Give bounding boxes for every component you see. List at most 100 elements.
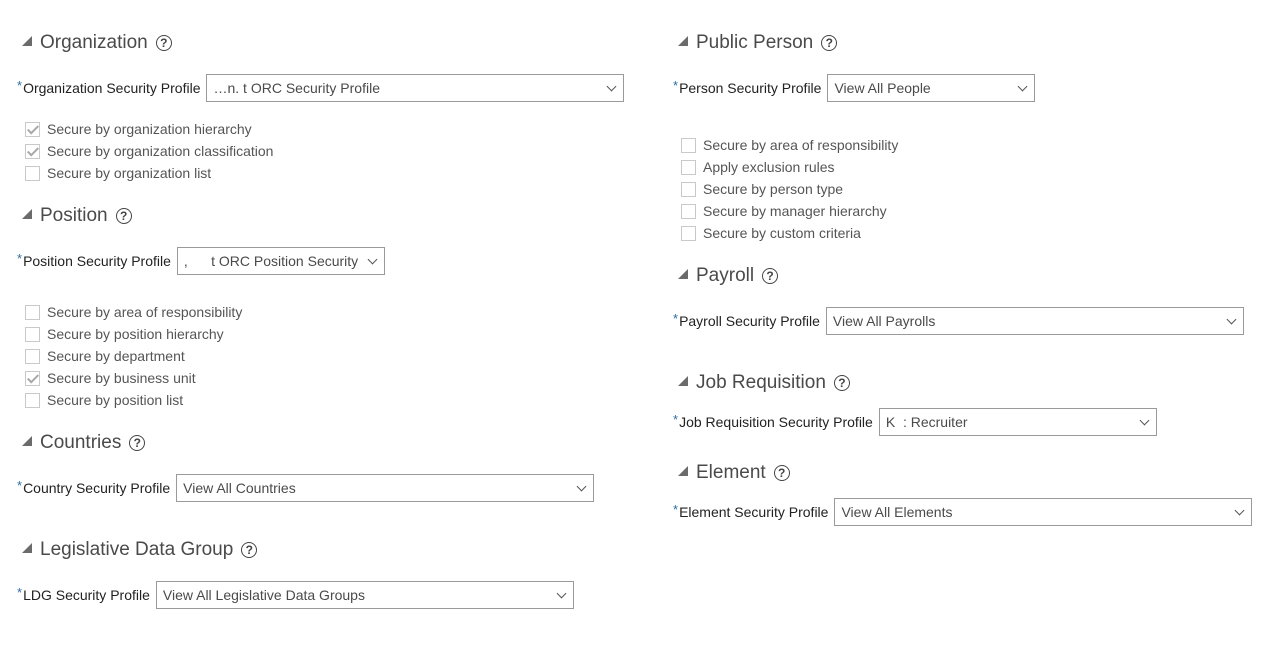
field-label: Person Security Profile <box>679 80 822 96</box>
section-payroll-header[interactable]: Payroll ? <box>678 263 779 289</box>
chevron-down-icon[interactable] <box>1139 415 1150 425</box>
person-security-profile-select[interactable]: View All People <box>827 74 1036 102</box>
section-title: Position <box>40 205 108 226</box>
checkbox-label: Secure by person type <box>703 181 844 197</box>
section-position-header[interactable]: Position ? <box>22 203 132 229</box>
section-countries-header[interactable]: Countries ? <box>22 430 146 456</box>
required-asterisk: * <box>673 412 679 427</box>
section-title: Payroll <box>696 265 755 286</box>
required-asterisk: * <box>17 585 23 600</box>
checkbox[interactable] <box>681 225 696 241</box>
checkbox-label: Secure by custom criteria <box>703 225 861 241</box>
checkbox-row: Secure by organization hierarchy <box>25 118 273 140</box>
organization-options: Secure by organization hierarchy Secure … <box>25 118 273 184</box>
ldg-security-profile-row: * LDG Security Profile View All Legislat… <box>17 581 574 609</box>
section-title: Organization <box>40 32 148 53</box>
checkbox-row: Secure by area of responsibility <box>25 301 242 323</box>
collapse-triangle-icon[interactable] <box>678 269 688 279</box>
checkbox[interactable] <box>25 326 40 342</box>
help-icon[interactable]: ? <box>762 268 779 284</box>
checkbox[interactable] <box>681 137 696 153</box>
select-value: , t ORC Position Security <box>183 253 359 269</box>
field-label: LDG Security Profile <box>23 587 150 603</box>
checkbox-row: Secure by person type <box>681 178 898 200</box>
position-security-profile-select[interactable]: , t ORC Position Security <box>176 247 385 275</box>
help-icon[interactable]: ? <box>833 375 850 391</box>
element-security-profile-select[interactable]: View All Elements <box>834 498 1253 526</box>
collapse-triangle-icon[interactable] <box>22 36 32 46</box>
checkbox-label: Secure by organization list <box>47 165 212 181</box>
checkbox[interactable] <box>25 392 40 408</box>
checkbox[interactable] <box>681 181 696 197</box>
section-title: Job Requisition <box>696 372 826 393</box>
checkbox-row: Apply exclusion rules <box>681 156 898 178</box>
checkbox-row: Secure by business unit <box>25 367 242 389</box>
checkbox[interactable] <box>681 203 696 219</box>
collapse-triangle-icon[interactable] <box>678 466 688 476</box>
collapse-triangle-icon[interactable] <box>22 436 32 446</box>
help-icon[interactable]: ? <box>115 208 132 224</box>
section-ldg-header[interactable]: Legislative Data Group ? <box>22 537 258 563</box>
checkbox-label: Secure by department <box>47 348 185 364</box>
chevron-down-icon[interactable] <box>576 481 587 491</box>
help-icon[interactable]: ? <box>821 35 838 51</box>
checkbox[interactable] <box>25 370 40 386</box>
ldg-security-profile-select[interactable]: View All Legislative Data Groups <box>155 581 574 609</box>
job-requisition-security-profile-select[interactable]: K : Recruiter <box>878 408 1157 436</box>
chevron-down-icon[interactable] <box>367 254 378 264</box>
person-security-profile-row: * Person Security Profile View All Peopl… <box>673 74 1036 102</box>
help-icon[interactable]: ? <box>129 435 146 451</box>
section-element-header[interactable]: Element ? <box>678 460 790 486</box>
help-icon[interactable]: ? <box>155 35 172 51</box>
collapse-triangle-icon[interactable] <box>22 543 32 553</box>
section-organization-header[interactable]: Organization ? <box>22 30 172 56</box>
organization-security-profile-select[interactable]: …n. t ORC Security Profile <box>206 74 625 102</box>
required-asterisk: * <box>673 311 679 326</box>
section-public-person-header[interactable]: Public Person ? <box>678 30 838 56</box>
section-job-requisition-header[interactable]: Job Requisition ? <box>678 370 850 396</box>
checkbox-label: Secure by area of responsibility <box>47 304 243 320</box>
section-title: Public Person <box>696 32 814 53</box>
checkbox-row: Secure by position list <box>25 389 242 411</box>
element-security-profile-row: * Element Security Profile View All Elem… <box>673 498 1253 526</box>
select-value: View All Countries <box>183 480 296 496</box>
select-value: View All Legislative Data Groups <box>162 587 365 603</box>
collapse-triangle-icon[interactable] <box>678 36 688 46</box>
help-icon[interactable]: ? <box>773 465 790 481</box>
required-asterisk: * <box>17 251 23 266</box>
chevron-down-icon[interactable] <box>607 81 617 91</box>
required-asterisk: * <box>17 478 23 493</box>
collapse-triangle-icon[interactable] <box>22 209 32 219</box>
checkbox[interactable] <box>25 165 40 181</box>
checkbox-label: Secure by business unit <box>47 370 196 386</box>
checkbox-row: Secure by organization list <box>25 162 273 184</box>
chevron-down-icon[interactable] <box>556 588 567 598</box>
payroll-security-profile-row: * Payroll Security Profile View All Payr… <box>673 307 1244 335</box>
chevron-down-icon[interactable] <box>1235 505 1245 515</box>
field-label: Position Security Profile <box>23 253 171 269</box>
help-icon[interactable]: ? <box>241 542 258 558</box>
checkbox-row: Secure by custom criteria <box>681 222 898 244</box>
checkbox-label: Apply exclusion rules <box>703 159 835 175</box>
position-options: Secure by area of responsibility Secure … <box>25 301 242 411</box>
checkbox-row: Secure by organization classification <box>25 140 273 162</box>
section-title: Legislative Data Group <box>40 539 234 560</box>
checkbox[interactable] <box>25 304 40 320</box>
field-label: Element Security Profile <box>679 504 829 520</box>
chevron-down-icon[interactable] <box>1226 314 1237 324</box>
section-title: Countries <box>40 432 122 453</box>
checkbox[interactable] <box>681 159 696 175</box>
checkbox-label: Secure by position hierarchy <box>47 326 224 342</box>
country-security-profile-select[interactable]: View All Countries <box>176 474 595 502</box>
checkbox-row: Secure by department <box>25 345 242 367</box>
checkbox[interactable] <box>25 143 40 159</box>
payroll-security-profile-select[interactable]: View All Payrolls <box>825 307 1244 335</box>
checkbox[interactable] <box>25 348 40 364</box>
checkbox[interactable] <box>25 121 40 137</box>
chevron-down-icon[interactable] <box>1018 81 1028 91</box>
collapse-triangle-icon[interactable] <box>678 376 688 386</box>
checkbox-label: Secure by area of responsibility <box>703 137 899 153</box>
job-requisition-security-profile-row: * Job Requisition Security Profile K : R… <box>673 408 1157 436</box>
checkbox-label: Secure by manager hierarchy <box>703 203 887 219</box>
select-value: …n. t ORC Security Profile <box>213 80 380 96</box>
